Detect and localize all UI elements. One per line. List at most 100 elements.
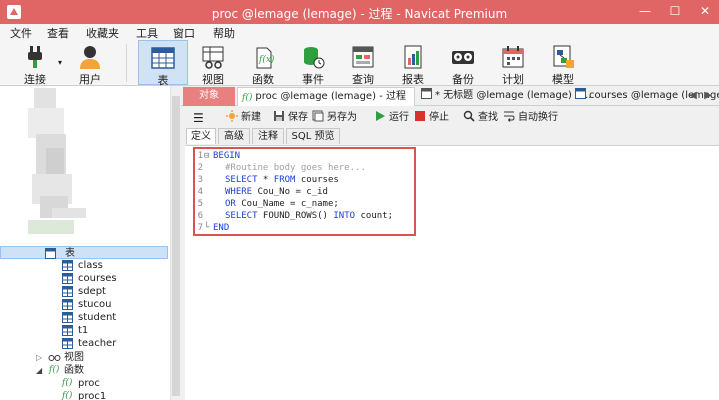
subtab-definition[interactable]: 定义 [186, 128, 216, 144]
run-icon [376, 111, 385, 121]
function-label: 函数 [252, 73, 274, 86]
save-as-icon [312, 110, 324, 122]
table-icon [151, 47, 175, 69]
code-token: FOUND_ROWS() [257, 211, 334, 221]
tree-item-table[interactable]: t1 [0, 324, 168, 337]
search-icon [463, 110, 475, 122]
tab-untitled-query[interactable]: * 无标题 @lemage (lemage) - ... [417, 87, 591, 106]
tab-untitled-label: * 无标题 @lemage (lemage) - ... [435, 90, 592, 101]
hamburger-menu-icon[interactable]: ☰ [193, 110, 204, 126]
tree-item-label: courses [78, 273, 117, 284]
tree-item-label: teacher [78, 338, 117, 349]
main-toolbar: 连接 ▾ 用户 表 视图 f(x) 函数 事件 查询 报表 备份 计划 模型 [0, 40, 719, 87]
tab-scroll-left-icon[interactable]: ◀ [686, 89, 700, 103]
tree-item-table[interactable]: student [0, 311, 168, 324]
function-icon: f(x) [256, 47, 275, 69]
menu-file[interactable]: 文件 [10, 25, 32, 41]
table-icon [45, 248, 56, 259]
query-label: 查询 [352, 73, 374, 86]
function-button[interactable]: f(x) 函数 [240, 40, 286, 86]
collapse-arrow-icon[interactable]: ◢ [36, 364, 42, 377]
report-label: 报表 [402, 73, 424, 86]
event-button[interactable]: 事件 [290, 40, 336, 86]
tab-scroll-right-icon[interactable]: ▶ [701, 89, 715, 103]
table-icon [62, 260, 73, 271]
line-number: 7 [197, 223, 203, 233]
expand-arrow-icon[interactable]: ▷ [36, 351, 42, 364]
code-token: courses [295, 175, 339, 185]
tree-item-table[interactable]: teacher [0, 337, 168, 350]
tree-label: 函数 [64, 365, 84, 376]
menu-favorites[interactable]: 收藏夹 [86, 25, 119, 41]
query-button[interactable]: 查询 [340, 40, 386, 86]
view-button[interactable]: 视图 [190, 40, 236, 86]
subtab-advanced[interactable]: 高级 [218, 128, 250, 144]
connect-dropdown-icon[interactable]: ▾ [56, 58, 64, 68]
word-wrap-button[interactable]: 自动换行 [503, 110, 558, 126]
function-icon: f() [62, 391, 73, 400]
menu-view[interactable]: 查看 [47, 25, 69, 41]
new-button[interactable]: 新建 [226, 110, 261, 126]
navigation-scrollbar[interactable] [170, 86, 180, 400]
tree-item-function[interactable]: f() proc [0, 377, 168, 390]
tree-node-functions[interactable]: ◢ f() 函数 [0, 364, 168, 377]
event-label: 事件 [302, 73, 324, 86]
code-line-3: SELECT * FROM courses [225, 174, 339, 186]
code-token: OR [225, 199, 236, 209]
save-button[interactable]: 保存 [273, 110, 308, 126]
model-button[interactable]: 模型 [540, 40, 586, 86]
table-icon [62, 286, 73, 297]
user-button[interactable]: 用户 [68, 40, 112, 86]
tab-proc[interactable]: f() proc @lemage (lemage) - 过程 [237, 87, 415, 106]
scrollbar-thumb[interactable] [172, 96, 180, 396]
word-wrap-icon [504, 111, 515, 122]
view-icon [48, 352, 61, 363]
run-button[interactable]: 运行 [374, 110, 409, 126]
table-icon [62, 325, 73, 336]
tab-objects[interactable]: 对象 [183, 87, 235, 106]
document-tab-bar: 对象 f() proc @lemage (lemage) - 过程 * 无标题 @… [181, 86, 719, 106]
menu-help[interactable]: 帮助 [213, 25, 235, 41]
subtab-comment[interactable]: 注释 [252, 128, 284, 144]
line-number: 2 [197, 163, 203, 173]
table-icon [62, 299, 73, 310]
menu-window[interactable]: 窗口 [173, 25, 195, 41]
backup-button[interactable]: 备份 [440, 40, 486, 86]
fold-end-icon: └ [204, 223, 210, 233]
maximize-button[interactable]: ☐ [660, 0, 690, 22]
code-token: count; [355, 211, 393, 221]
stop-button[interactable]: 停止 [414, 110, 449, 126]
tree-item-table[interactable]: courses [0, 272, 168, 285]
code-token: Cou_No = c_id [252, 187, 328, 197]
schedule-button[interactable]: 计划 [490, 40, 536, 86]
tree-item-table[interactable]: stucou [0, 298, 168, 311]
menu-tools[interactable]: 工具 [136, 25, 158, 41]
table-icon [62, 338, 73, 349]
code-token: Cou_Name = c_name; [235, 199, 339, 209]
code-token: * [257, 175, 274, 185]
tree-item-table[interactable]: sdept [0, 285, 168, 298]
subtab-sql-preview[interactable]: SQL 预览 [286, 128, 340, 144]
tree-item-label: t1 [78, 325, 89, 336]
fold-minus-icon[interactable]: ⊟ [204, 150, 211, 162]
tree-item-function[interactable]: f() proc1 [0, 390, 168, 400]
tree-node-tables[interactable]: 表 [0, 246, 168, 259]
query-icon [421, 88, 432, 99]
tree-item-label: stucou [78, 299, 112, 310]
connect-button[interactable]: 连接 [14, 40, 56, 86]
calendar-icon [502, 46, 524, 68]
title-bar: proc @lemage (lemage) - 过程 - Navicat Pre… [0, 0, 719, 24]
save-as-button[interactable]: 另存为 [312, 110, 357, 126]
tree-item-table[interactable]: class [0, 259, 168, 272]
navigation-pane: 表 class courses sdept stucou student t1 … [0, 86, 180, 400]
line-number: 6 [197, 211, 203, 221]
find-button[interactable]: 查找 [463, 110, 498, 126]
function-icon: f() [242, 93, 253, 103]
table-button[interactable]: 表 [138, 40, 188, 87]
minimize-button[interactable]: — [630, 0, 660, 22]
tree-node-views[interactable]: ▷ 视图 [0, 351, 168, 364]
line-number: 3 [197, 175, 203, 185]
line-number: 5 [197, 199, 203, 209]
report-button[interactable]: 报表 [390, 40, 436, 86]
close-button[interactable]: ✕ [690, 0, 719, 22]
